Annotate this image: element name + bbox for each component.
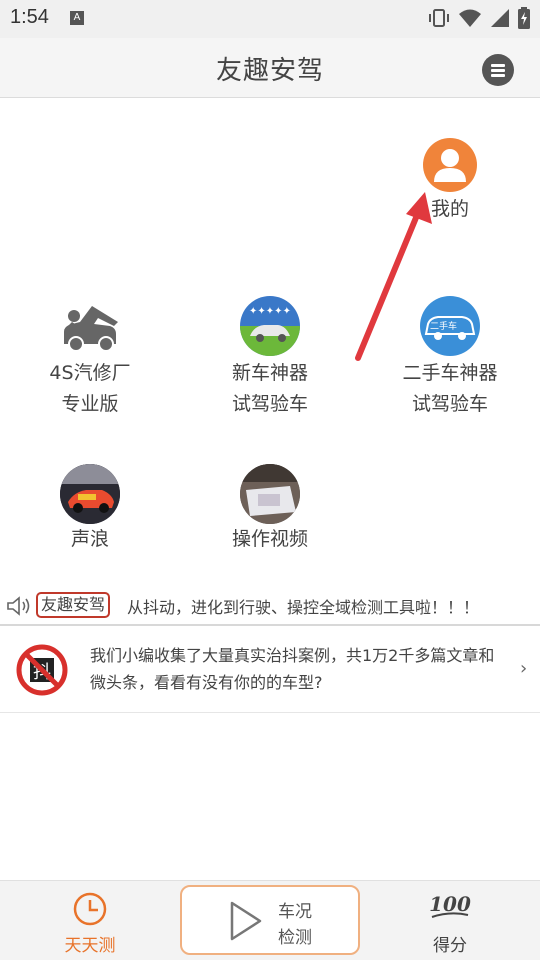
wifi-icon <box>459 9 481 27</box>
used-car-icon-text: 二手车 <box>430 322 458 332</box>
announcement-tag: 友趣安驾 <box>36 592 111 618</box>
menu-icon <box>491 64 505 67</box>
announcement-text: 从抖动，进化到行驶、操控全域检测工具啦！！！ <box>127 598 480 617</box>
sound-label: 声浪 <box>70 528 109 550</box>
menu-icon-bar <box>491 74 505 77</box>
video-item[interactable]: 操作视频 <box>200 460 340 560</box>
video-label: 操作视频 <box>231 528 308 550</box>
divider <box>0 712 540 713</box>
menu-icon-bar <box>491 69 505 72</box>
video-thumbnail <box>240 464 300 524</box>
new-car-icon: ✦✦✦✦✦ <box>240 296 300 356</box>
tab-daily[interactable]: 天天测 <box>40 881 140 960</box>
speaker-icon <box>7 596 30 616</box>
battery-icon <box>518 7 530 29</box>
car-repair-icon <box>58 296 122 356</box>
clock-icon <box>73 892 107 926</box>
condition-check-button[interactable]: 车况 检测 <box>180 885 360 955</box>
news-text: 我们小编收集了大量真实治抖案例，共1万2千多篇文章和微头条，看看有没有你的的车型… <box>90 646 495 692</box>
signal-icon <box>491 9 509 27</box>
app-header: 友趣安驾 <box>0 38 540 98</box>
used-car-label-2: 试驾验车 <box>411 393 488 415</box>
notification-a-icon: A <box>70 11 84 25</box>
chevron-right-icon: › <box>520 658 528 679</box>
repair-shop-item[interactable]: 4S汽修厂 专业版 <box>20 290 160 420</box>
play-icon <box>230 901 262 941</box>
svg-text:✦✦✦✦✦: ✦✦✦✦✦ <box>249 306 291 317</box>
tab-score[interactable]: 100 得分 <box>400 881 500 960</box>
page-title: 友趣安驾 <box>215 56 324 86</box>
used-car-label-1: 二手车神器 <box>402 362 498 384</box>
status-icons <box>428 6 530 30</box>
tab-daily-label: 天天测 <box>64 936 116 956</box>
no-shake-icon: 抖 <box>16 644 68 696</box>
svg-text:100: 100 <box>429 892 471 916</box>
sound-item[interactable]: 声浪 <box>30 460 150 560</box>
tab-score-label: 得分 <box>433 936 467 956</box>
condition-check-label-1: 车况 <box>278 902 312 922</box>
new-car-label-1: 新车神器 <box>231 362 308 384</box>
used-car-item[interactable]: 二手车 二手车神器 试驾验车 <box>380 290 520 420</box>
score-100-icon: 100 <box>429 892 471 918</box>
race-car-photo <box>60 464 120 524</box>
status-time: 1:54 <box>10 6 49 28</box>
vibrate-icon <box>429 9 449 27</box>
condition-check-label-2: 检测 <box>278 928 312 948</box>
new-car-item[interactable]: ✦✦✦✦✦ 新车神器 试驾验车 <box>200 290 340 420</box>
status-bar: 1:54 A <box>0 0 540 38</box>
repair-shop-label-1: 4S汽修厂 <box>49 362 131 384</box>
new-car-label-2: 试驾验车 <box>231 393 308 415</box>
divider <box>0 624 540 626</box>
news-card[interactable]: 抖 我们小编收集了大量真实治抖案例，共1万2千多篇文章和微头条，看看有没有你的的… <box>0 628 540 712</box>
repair-shop-label-2: 专业版 <box>61 393 119 415</box>
bottom-nav: 天天测 车况 检测 100 得分 <box>0 880 540 960</box>
used-car-icon: 二手车 <box>420 296 480 356</box>
announcement-bar[interactable]: 友趣安驾 从抖动，进化到行驶、操控全域检测工具啦！！！ <box>0 590 540 622</box>
menu-button[interactable] <box>482 54 514 86</box>
